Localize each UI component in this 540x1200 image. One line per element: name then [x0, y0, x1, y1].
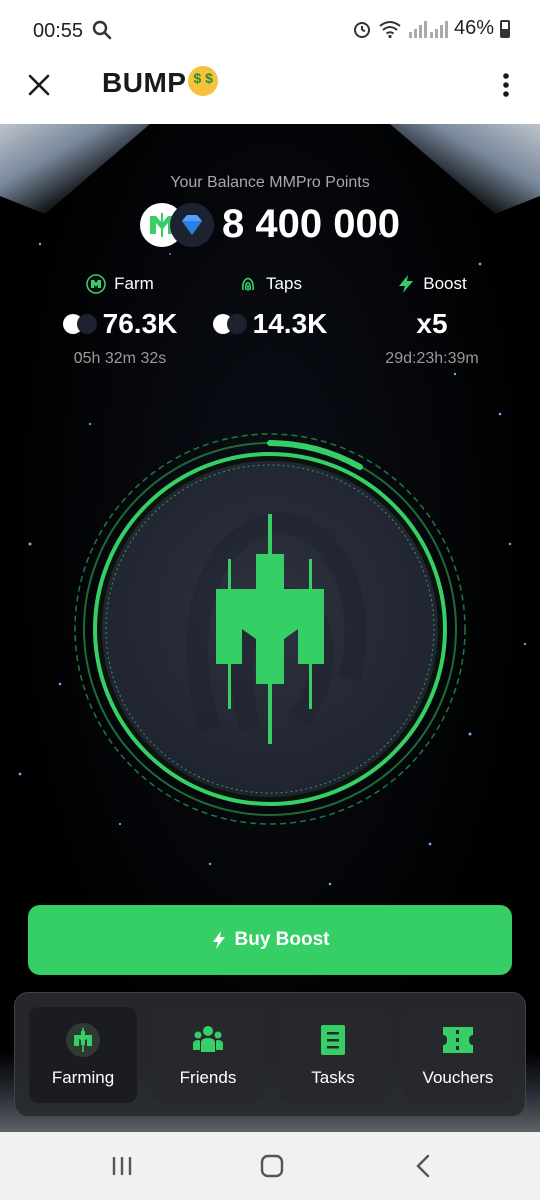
signal-icon — [408, 20, 448, 38]
taps-value: 14.3K — [252, 308, 328, 339]
stat-boost: Boost x5 29d:23h:39m — [347, 274, 517, 368]
voucher-icon — [443, 1027, 473, 1053]
stat-farm: Farm 76.3K 05h 32m 32s — [35, 274, 205, 368]
nav-label-vouchers: Vouchers — [422, 1068, 494, 1087]
status-time: 00:55 — [33, 20, 84, 42]
wifi-icon — [379, 20, 401, 38]
lightning-icon — [212, 931, 225, 949]
nav-item-tasks[interactable]: Tasks — [279, 1007, 387, 1103]
more-options-icon[interactable] — [496, 70, 516, 100]
stat-taps: Taps 14.3K — [185, 274, 355, 340]
fingerprint-icon — [241, 277, 255, 291]
boost-value: x5 — [416, 308, 448, 339]
points-coin-icon — [140, 202, 215, 247]
boost-label: Boost — [423, 274, 467, 293]
nav-label-farming: Farming — [51, 1068, 115, 1087]
mm-logo-icon — [66, 1023, 100, 1057]
battery-icon — [500, 19, 510, 38]
balance-row: 8 400 000 — [0, 202, 540, 247]
home-icon[interactable] — [258, 1152, 286, 1180]
search-icon — [92, 20, 112, 40]
balance-value: 8 400 000 — [222, 202, 400, 246]
money-face-icon — [188, 66, 219, 96]
points-coin-icon — [212, 314, 247, 334]
tasks-icon — [321, 1025, 345, 1055]
nav-label-friends: Friends — [179, 1068, 237, 1087]
mm-logo-icon — [86, 274, 106, 294]
balance-label: Your Balance MMPro Points — [170, 174, 370, 191]
status-bar: 00:55 46% — [0, 0, 540, 62]
system-navigation-bar — [0, 1132, 540, 1200]
bottom-navigation: Farming Friends Tasks Vouchers — [14, 992, 526, 1117]
alarm-icon — [353, 21, 370, 38]
farm-value: 76.3K — [102, 308, 178, 339]
back-icon[interactable] — [410, 1152, 438, 1180]
taps-label: Taps — [266, 274, 302, 293]
nav-label-tasks: Tasks — [311, 1068, 355, 1087]
nav-item-farming[interactable]: Farming — [29, 1007, 137, 1103]
farm-timer: 05h 32m 32s — [73, 350, 167, 367]
lightning-icon — [399, 275, 414, 293]
farming-screen: Your Balance MMPro Points 8 400 000 Farm… — [0, 124, 540, 1132]
close-icon[interactable] — [24, 70, 54, 100]
recent-apps-icon[interactable] — [108, 1152, 136, 1180]
tap-coin-button[interactable] — [70, 429, 470, 829]
stats-row: Farm 76.3K 05h 32m 32s Taps 14.3K Boost … — [0, 274, 540, 384]
app-title: BUMP — [102, 66, 219, 99]
buy-boost-label: Buy Boost — [234, 929, 330, 950]
app-title-text: BUMP — [102, 67, 187, 98]
app-header: BUMP — [0, 62, 540, 124]
gem-icon — [182, 214, 203, 235]
status-indicators: 46% — [352, 17, 510, 40]
nav-item-vouchers[interactable]: Vouchers — [404, 1007, 512, 1103]
farm-label: Farm — [114, 274, 154, 293]
nav-item-friends[interactable]: Friends — [154, 1007, 262, 1103]
boost-timer: 29d:23h:39m — [385, 350, 479, 367]
battery-percent: 46% — [453, 17, 494, 39]
buy-boost-button[interactable]: Buy Boost — [28, 905, 512, 975]
points-coin-icon — [62, 314, 97, 334]
friends-icon — [193, 1026, 223, 1052]
